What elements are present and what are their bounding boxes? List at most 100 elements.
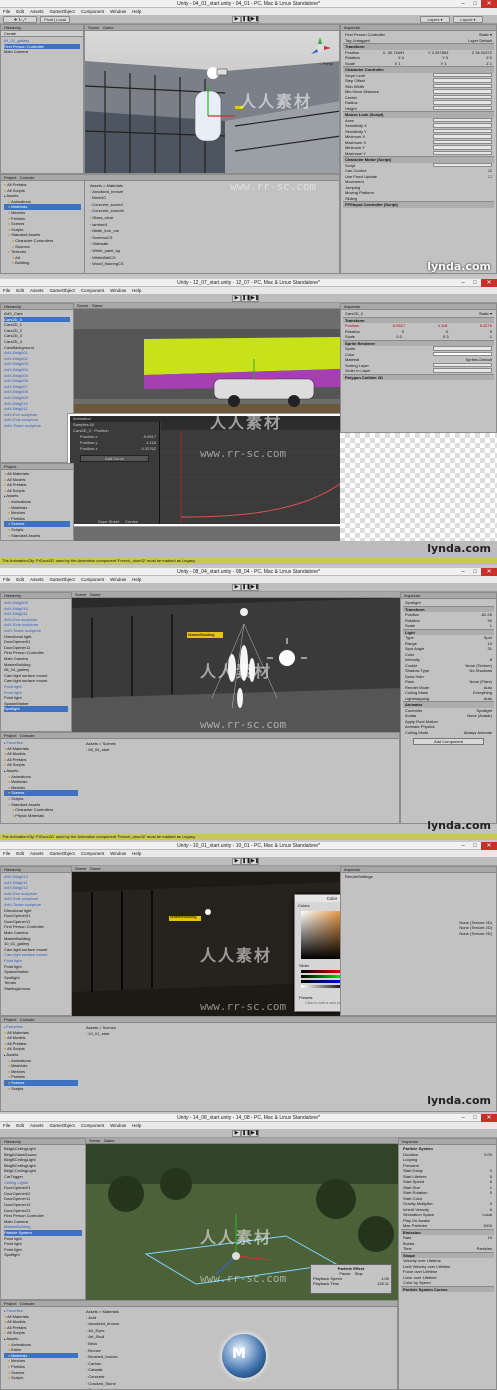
step-icon[interactable]: ▶❚: [250, 858, 259, 865]
scene-gizmo-icon[interactable]: [309, 37, 331, 59]
property-value[interactable]: 0: [490, 1190, 492, 1196]
tab-project[interactable]: Project: [4, 175, 16, 180]
asset-file[interactable]: Concrete_scored: [90, 202, 334, 209]
asset-file[interactable]: Catwalk: [86, 1367, 119, 1374]
asset-file[interactable]: Concrete: [86, 1374, 119, 1381]
play-icon[interactable]: ▶: [232, 1130, 241, 1137]
tab-game[interactable]: Game: [92, 303, 103, 308]
menu-file[interactable]: File: [3, 850, 10, 857]
asset-file[interactable]: Brick4C: [90, 195, 334, 202]
menu-file[interactable]: File: [3, 576, 10, 583]
tab-game[interactable]: Game: [103, 25, 114, 30]
minimize-icon[interactable]: –: [457, 1114, 469, 1122]
asset-file[interactable]: ScreensCS: [90, 235, 334, 242]
menu-file[interactable]: File: [3, 8, 10, 15]
object-name[interactable]: Spotlight: [405, 600, 421, 606]
pivot-toggle[interactable]: Pivot | Local: [40, 16, 70, 23]
step-icon[interactable]: ▶❚: [250, 295, 259, 302]
asset-file[interactable]: Art_Eyes: [86, 1328, 119, 1335]
layer-dropdown[interactable]: Default: [479, 38, 492, 43]
tab-scene[interactable]: Scene: [75, 592, 86, 597]
menu-gameobject[interactable]: GameObject: [50, 1122, 75, 1129]
dope-sheet-tab[interactable]: Dope Sheet: [98, 519, 119, 524]
pause-icon[interactable]: ❚❚: [241, 584, 250, 591]
tab-project[interactable]: Project: [4, 464, 16, 469]
asset-file[interactable]: White_paint_sg: [90, 248, 334, 255]
menu-gameobject[interactable]: GameObject: [50, 8, 75, 15]
menu-component[interactable]: Component: [81, 576, 104, 583]
menu-window[interactable]: Window: [110, 850, 126, 857]
menu-edit[interactable]: Edit: [16, 576, 24, 583]
asset-folder[interactable]: Physic Materials: [4, 813, 78, 819]
asset-file[interactable]: Cracked_Stone: [86, 1381, 119, 1388]
maximize-icon[interactable]: □: [469, 1114, 481, 1122]
play-icon[interactable]: ▶: [232, 584, 241, 591]
layers-dropdown[interactable]: Layers ▾: [420, 16, 450, 23]
component-header[interactable]: Polygon Collider 2D: [343, 373, 494, 380]
menu-file[interactable]: File: [3, 1122, 10, 1129]
close-icon[interactable]: ✕: [481, 1114, 497, 1122]
asset-folder[interactable]: Standard Assets: [4, 533, 70, 539]
asset-file[interactable]: WhiteWallCS: [90, 255, 334, 262]
menu-window[interactable]: Window: [110, 576, 126, 583]
menu-gameobject[interactable]: GameObject: [50, 576, 75, 583]
tab-project[interactable]: Project: [4, 733, 16, 738]
menu-edit[interactable]: Edit: [16, 287, 24, 294]
asset-file[interactable]: Anodized_bronze: [90, 189, 334, 196]
tree-item[interactable]: Spotlight: [4, 706, 68, 712]
menu-help[interactable]: Help: [132, 850, 141, 857]
menu-assets[interactable]: Assets: [30, 8, 44, 15]
menu-assets[interactable]: Assets: [30, 576, 44, 583]
close-icon[interactable]: ✕: [481, 279, 497, 287]
menu-help[interactable]: Help: [132, 8, 141, 15]
tree-item[interactable]: Main Camera: [4, 49, 80, 55]
menu-window[interactable]: Window: [110, 8, 126, 15]
object-name[interactable]: Cars2D_0: [345, 311, 363, 317]
menu-gameobject[interactable]: GameObject: [50, 287, 75, 294]
tab-scene[interactable]: Scene: [75, 866, 86, 871]
tab-project[interactable]: Project: [4, 1301, 16, 1306]
asset-file[interactable]: Matte_iron_ore: [90, 228, 334, 235]
asset-file[interactable]: Anodized_bronze: [86, 1321, 119, 1328]
asset-file[interactable]: Concrete_smooth: [90, 208, 334, 215]
tab-scene[interactable]: Scene: [77, 303, 88, 308]
play-icon[interactable]: ▶: [232, 858, 241, 865]
playback-time-field[interactable]: 128.11: [377, 1281, 389, 1286]
play-icon[interactable]: ▶: [232, 295, 241, 302]
menu-edit[interactable]: Edit: [16, 1122, 24, 1129]
scene-file[interactable]: 08_04_start: [86, 747, 116, 754]
asset-folder[interactable]: Scripts: [4, 1375, 78, 1381]
menu-component[interactable]: Component: [81, 850, 104, 857]
menu-component[interactable]: Component: [81, 287, 104, 294]
menu-assets[interactable]: Assets: [30, 287, 44, 294]
menu-help[interactable]: Help: [132, 576, 141, 583]
property-value[interactable]: No Shadows: [469, 668, 492, 674]
maximize-icon[interactable]: □: [469, 279, 481, 287]
asset-file[interactable]: Wood_flooringCS: [90, 261, 334, 268]
asset-file[interactable]: Acid: [86, 1315, 119, 1322]
tab-console[interactable]: Console: [20, 175, 35, 180]
asset-file[interactable]: Brick: [86, 1341, 119, 1348]
tab-scene[interactable]: Scene: [88, 25, 99, 30]
step-icon[interactable]: ▶❚: [250, 584, 259, 591]
tab-game[interactable]: Game: [104, 1138, 115, 1143]
asset-file[interactable]: Sidewalk: [90, 241, 334, 248]
tab-console[interactable]: Console: [20, 733, 35, 738]
menu-assets[interactable]: Assets: [30, 850, 44, 857]
scene-view[interactable]: Scene Game Particle Effect Pause Stop Pla…: [86, 1138, 398, 1300]
tab-project[interactable]: Project: [4, 1017, 16, 1022]
close-icon[interactable]: ✕: [481, 0, 497, 8]
asset-folder[interactable]: Building: [4, 260, 81, 266]
menu-window[interactable]: Window: [110, 287, 126, 294]
pause-icon[interactable]: ❚❚: [241, 858, 250, 865]
property-value[interactable]: 1000: [483, 1223, 492, 1229]
menu-edit[interactable]: Edit: [16, 850, 24, 857]
menu-window[interactable]: Window: [110, 1122, 126, 1129]
asset-file[interactable]: Carbon: [86, 1361, 119, 1368]
scene-view[interactable]: Scene Game MasterBuilding: [72, 592, 400, 732]
asset-file[interactable]: lambert1: [90, 222, 334, 229]
tab-game[interactable]: Game: [90, 592, 101, 597]
pause-icon[interactable]: ❚❚: [241, 16, 250, 23]
minimize-icon[interactable]: –: [457, 842, 469, 850]
tree-item[interactable]: Spotlight: [4, 1252, 82, 1258]
